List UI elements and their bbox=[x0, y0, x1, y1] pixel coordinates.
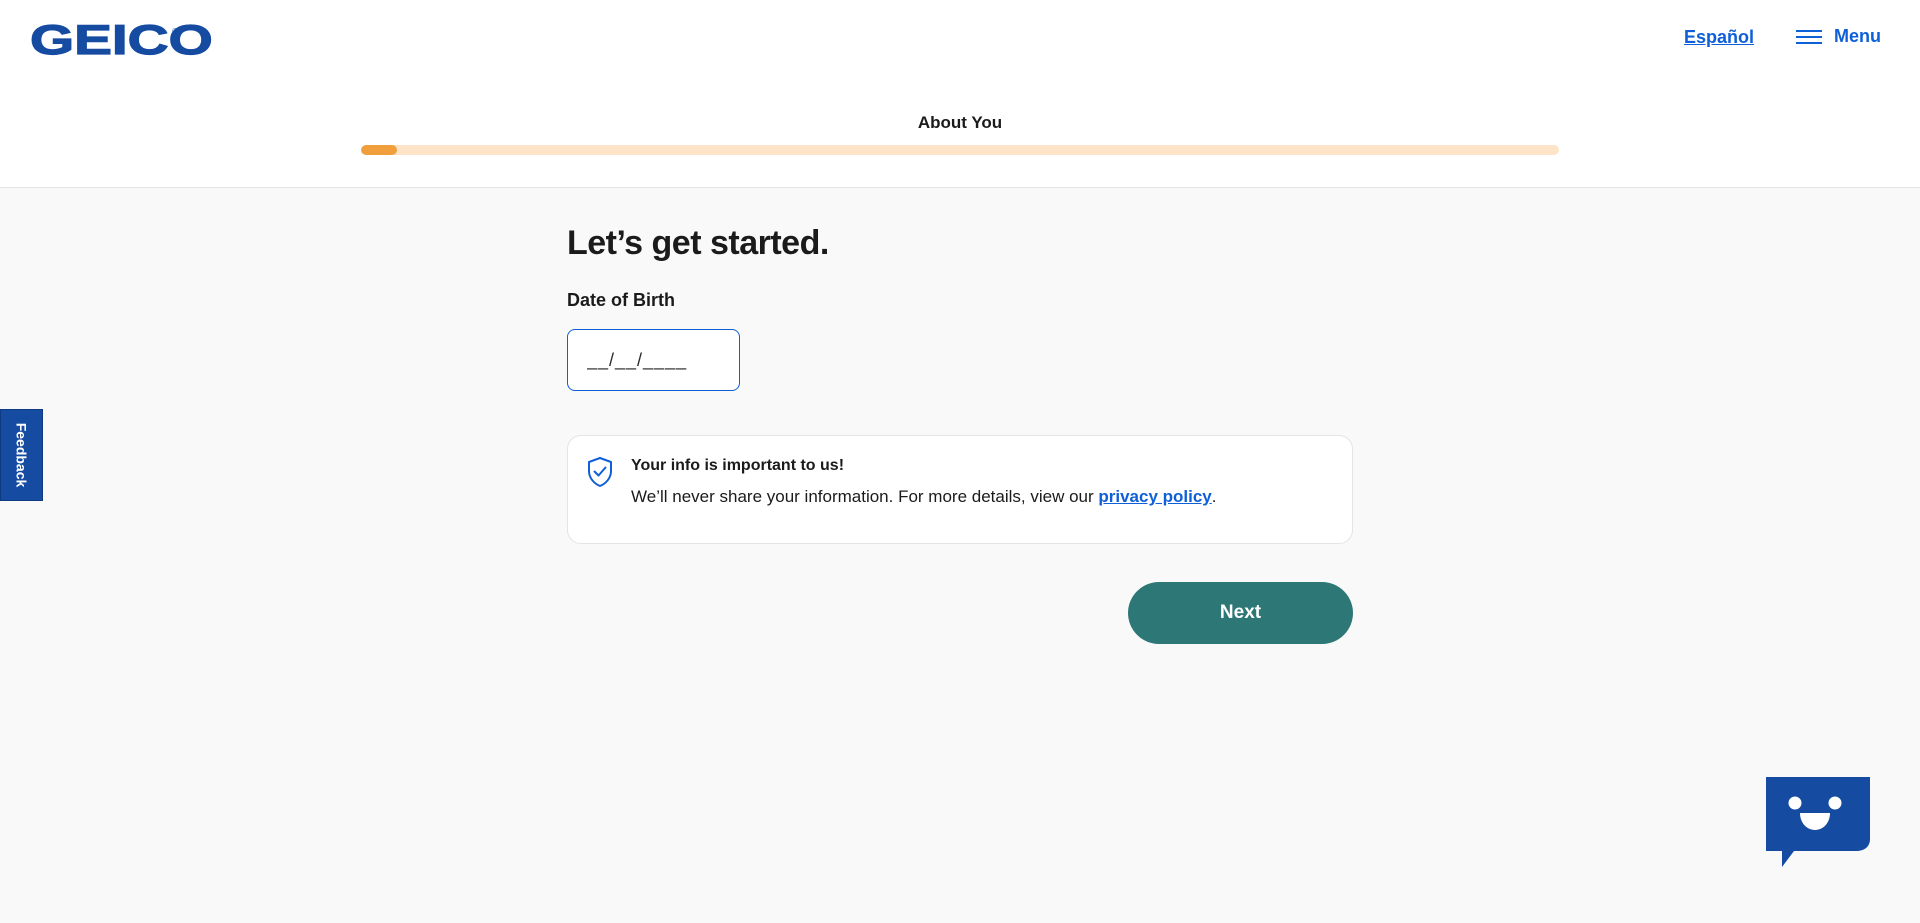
next-button[interactable]: Next bbox=[1128, 582, 1353, 644]
hamburger-icon bbox=[1796, 29, 1822, 45]
logo-wordmark: GEICO bbox=[29, 16, 213, 63]
chat-bot-icon[interactable] bbox=[1764, 775, 1872, 867]
privacy-policy-link[interactable]: privacy policy bbox=[1098, 487, 1211, 506]
progress-bar-fill bbox=[361, 145, 397, 155]
espanol-link[interactable]: Español bbox=[1684, 27, 1754, 48]
page-title: Let’s get started. bbox=[567, 224, 829, 262]
geico-logo[interactable]: GEICO bbox=[29, 18, 213, 61]
site-header: GEICO ® Español Menu About You bbox=[0, 0, 1920, 188]
info-body-end: . bbox=[1211, 487, 1217, 506]
shield-check-icon bbox=[588, 457, 612, 487]
feedback-label: Feedback bbox=[13, 422, 30, 488]
dob-input[interactable] bbox=[567, 329, 740, 391]
progress-step-title: About You bbox=[917, 113, 1003, 132]
menu-button[interactable]: Menu bbox=[1796, 26, 1881, 47]
dob-label: Date of Birth bbox=[567, 290, 675, 310]
registered-mark: ® bbox=[172, 27, 178, 36]
progress-bar bbox=[361, 145, 1559, 155]
info-body-text: We’ll never share your information. For … bbox=[631, 487, 1099, 506]
feedback-tab[interactable]: Feedback bbox=[0, 409, 43, 501]
info-title: Your info is important to us! bbox=[631, 457, 845, 474]
privacy-info-card: Your info is important to us! We’ll neve… bbox=[567, 435, 1353, 544]
info-body: We’ll never share your information. For … bbox=[631, 487, 1217, 507]
menu-label: Menu bbox=[1834, 26, 1881, 46]
